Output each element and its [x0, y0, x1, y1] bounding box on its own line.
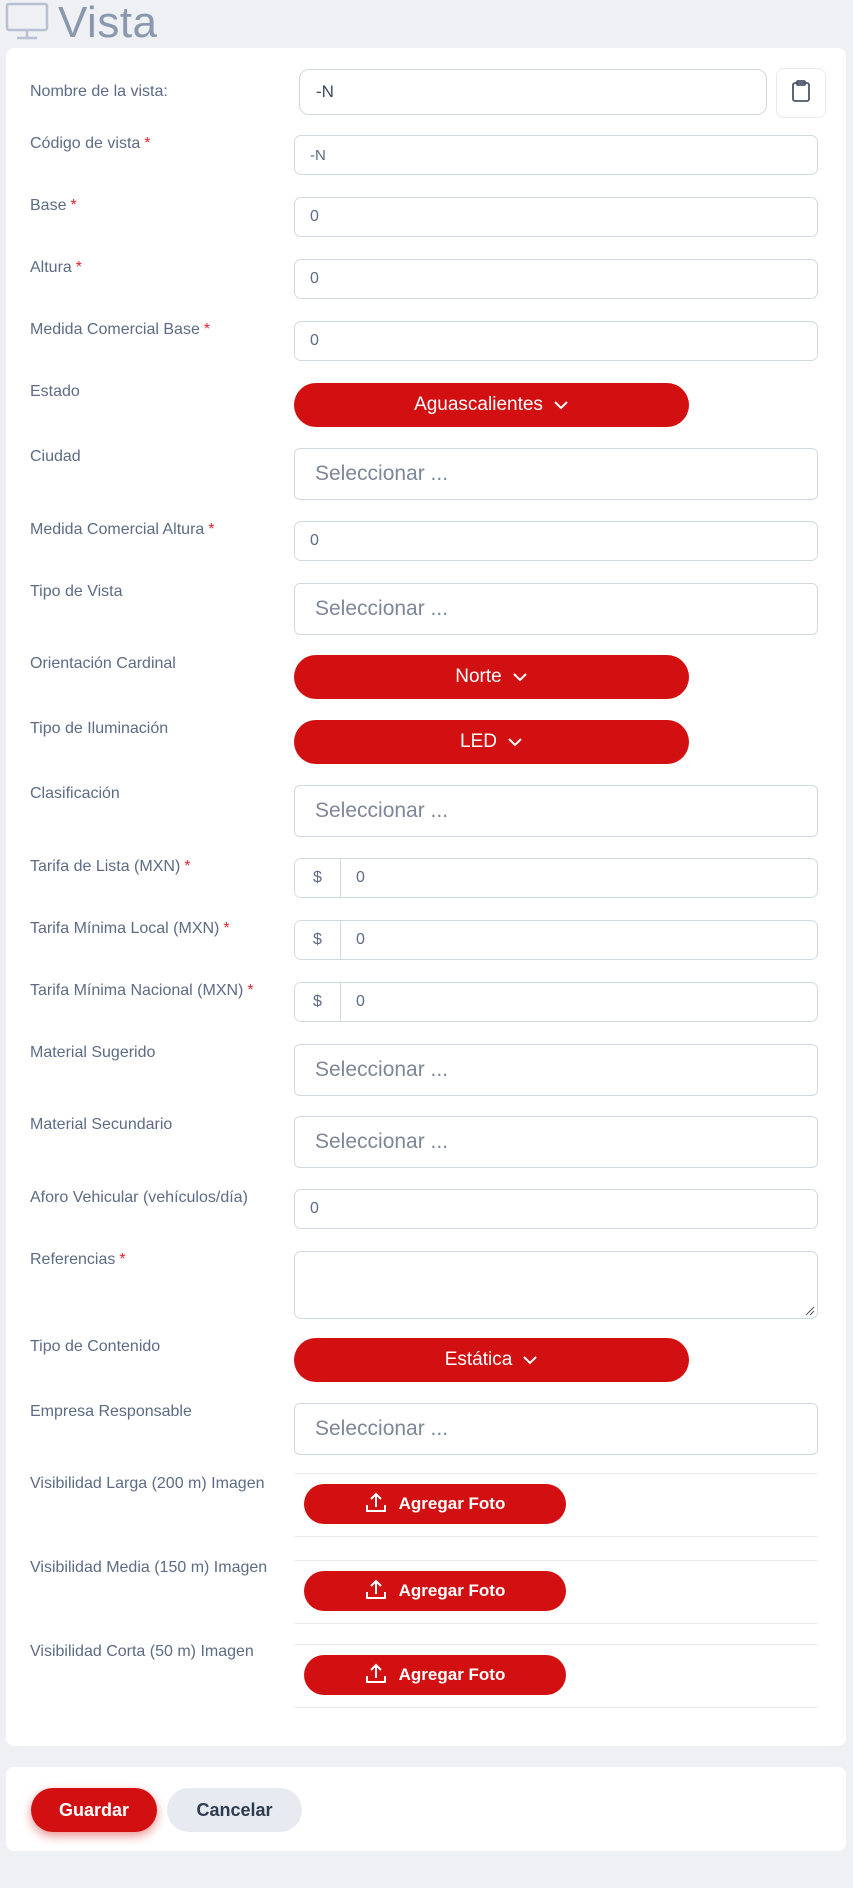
ciudad-select[interactable]: Seleccionar ...	[294, 448, 818, 500]
tarifa-local-input[interactable]: $ 0	[294, 920, 818, 960]
tarifa-lista-input[interactable]: $ 0	[294, 858, 818, 898]
tarifa-nacional-label: Tarifa Mínima Nacional (MXN) *	[30, 982, 254, 999]
ciudad-label: Ciudad	[30, 448, 81, 465]
vis-corta-label: Visibilidad Corta (50 m) Imagen	[30, 1643, 254, 1660]
tarifa-lista-value[interactable]: 0	[341, 859, 817, 897]
clasificacion-select[interactable]: Seleccionar ...	[294, 785, 818, 837]
base-input[interactable]: 0	[294, 197, 818, 237]
page-header: Vista	[4, 0, 158, 46]
vis-corta-upload: Agregar Foto	[294, 1644, 818, 1708]
tarifa-local-label: Tarifa Mínima Local (MXN) *	[30, 920, 230, 937]
tipo-contenido-dropdown[interactable]: Estática	[294, 1338, 689, 1382]
tipo-vista-label: Tipo de Vista	[30, 583, 123, 600]
upload-icon	[365, 1662, 387, 1689]
medida-altura-input[interactable]: 0	[294, 521, 818, 561]
medida-base-label: Medida Comercial Base *	[30, 321, 211, 338]
referencias-textarea[interactable]	[294, 1251, 818, 1319]
currency-prefix: $	[295, 921, 341, 959]
estado-value: Aguascalientes	[414, 394, 543, 415]
base-label: Base *	[30, 197, 77, 214]
empresa-label: Empresa Responsable	[30, 1403, 192, 1420]
chevron-down-icon	[507, 731, 523, 753]
altura-label: Altura *	[30, 259, 83, 276]
iluminacion-label: Tipo de Iluminación	[30, 720, 169, 737]
aforo-input[interactable]: 0	[294, 1189, 818, 1229]
material-sugerido-select[interactable]: Seleccionar ...	[294, 1044, 818, 1096]
estado-dropdown[interactable]: Aguascalientes	[294, 383, 689, 427]
tipo-contenido-label: Tipo de Contenido	[30, 1338, 161, 1355]
monitor-icon	[4, 1, 50, 46]
add-photo-button[interactable]: Agregar Foto	[304, 1484, 566, 1524]
tarifa-nacional-value[interactable]: 0	[341, 983, 817, 1021]
tarifa-lista-label: Tarifa de Lista (MXN) *	[30, 858, 191, 875]
add-photo-label: Agregar Foto	[398, 1581, 506, 1600]
vis-larga-label: Visibilidad Larga (200 m) Imagen	[30, 1475, 265, 1492]
chevron-down-icon	[522, 1349, 538, 1371]
add-photo-label: Agregar Foto	[398, 1494, 506, 1513]
upload-icon	[365, 1491, 387, 1518]
upload-icon	[365, 1578, 387, 1605]
clipboard-icon	[791, 79, 811, 107]
form-card: Nombre de la vista: -N Código de vista * …	[6, 48, 846, 1746]
estado-label: Estado	[30, 383, 80, 400]
chevron-down-icon	[553, 394, 569, 416]
orientacion-label: Orientación Cardinal	[30, 655, 176, 672]
altura-input[interactable]: 0	[294, 259, 818, 299]
aforo-label: Aforo Vehicular (vehículos/día)	[30, 1189, 248, 1206]
orientacion-dropdown[interactable]: Norte	[294, 655, 689, 699]
codigo-input[interactable]: -N	[294, 135, 818, 175]
page-title: Vista	[58, 0, 158, 47]
medida-altura-label: Medida Comercial Altura *	[30, 521, 215, 538]
codigo-label: Código de vista *	[30, 135, 151, 152]
iluminacion-value: LED	[460, 731, 497, 752]
nombre-input[interactable]: -N	[299, 69, 767, 115]
save-button[interactable]: Guardar	[31, 1788, 157, 1832]
tipo-contenido-value: Estática	[444, 1349, 513, 1370]
vis-media-upload: Agregar Foto	[294, 1560, 818, 1624]
add-photo-button[interactable]: Agregar Foto	[304, 1571, 566, 1611]
material-secundario-select[interactable]: Seleccionar ...	[294, 1116, 818, 1168]
medida-base-input[interactable]: 0	[294, 321, 818, 361]
vis-media-label: Visibilidad Media (150 m) Imagen	[30, 1559, 268, 1576]
footer-actions: Guardar Cancelar	[6, 1767, 846, 1851]
tarifa-local-value[interactable]: 0	[341, 921, 817, 959]
material-sugerido-label: Material Sugerido	[30, 1044, 156, 1061]
tarifa-nacional-input[interactable]: $ 0	[294, 982, 818, 1022]
add-photo-label: Agregar Foto	[398, 1665, 506, 1684]
cancel-button[interactable]: Cancelar	[167, 1788, 302, 1832]
material-secundario-label: Material Secundario	[30, 1116, 173, 1133]
currency-prefix: $	[295, 859, 341, 897]
orientacion-value: Norte	[455, 666, 502, 687]
vis-larga-upload: Agregar Foto	[294, 1473, 818, 1537]
iluminacion-dropdown[interactable]: LED	[294, 720, 689, 764]
tipo-vista-select[interactable]: Seleccionar ...	[294, 583, 818, 635]
currency-prefix: $	[295, 983, 341, 1021]
clasificacion-label: Clasificación	[30, 785, 120, 802]
empresa-select[interactable]: Seleccionar ...	[294, 1403, 818, 1455]
clipboard-button[interactable]	[776, 68, 826, 118]
chevron-down-icon	[512, 666, 528, 688]
nombre-label: Nombre de la vista:	[30, 83, 168, 100]
add-photo-button[interactable]: Agregar Foto	[304, 1655, 566, 1695]
referencias-label: Referencias *	[30, 1251, 126, 1268]
